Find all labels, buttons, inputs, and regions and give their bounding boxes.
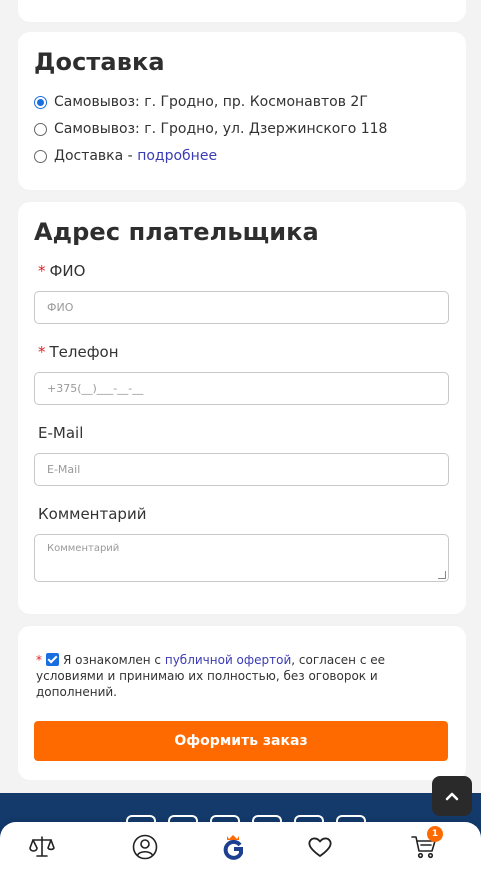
cart-button[interactable]: 1 [411,826,443,860]
comment-textarea[interactable]: Комментарий [34,534,449,582]
compare-button[interactable] [29,834,55,860]
delivery-option-label: Доставка - [54,148,138,164]
previous-section-card [18,0,466,22]
account-button[interactable] [132,834,158,860]
email-input[interactable]: E-Mail [34,453,449,486]
phone-label-text: Телефон [49,343,119,361]
compare-scales-icon [29,836,55,857]
home-logo-icon [223,835,243,860]
delivery-option-courier[interactable]: Доставка - подробнее [34,148,217,164]
radio-button[interactable] [34,122,47,136]
email-label: E-Mail [38,424,84,442]
phone-label: * Телефон [38,343,119,361]
comment-label: Комментарий [38,505,147,523]
public-offer-link[interactable]: публичной офертой [165,653,291,667]
delivery-details-link[interactable]: подробнее [137,148,217,164]
agreement-text: * Я ознакомлен с публичной офертой, согла… [36,652,396,700]
delivery-option-label: Самовывоз: г. Гродно, пр. Космонавтов 2Г [54,94,368,110]
place-order-button[interactable]: Оформить заказ [34,721,448,761]
cart-count-badge: 1 [427,826,443,842]
chevron-up-icon [445,792,459,801]
account-icon [132,834,158,860]
name-input[interactable]: ФИО [34,291,449,324]
scroll-to-top-button[interactable] [432,776,472,816]
agreement-checkbox[interactable] [46,653,59,666]
favorites-button[interactable] [307,834,333,860]
name-label: * ФИО [38,262,85,280]
agreement-section: * Я ознакомлен с публичной офертой, согла… [18,626,466,780]
email-placeholder: E-Mail [47,463,81,476]
home-logo-button[interactable] [220,834,246,860]
name-label-text: ФИО [49,262,86,280]
delivery-title: Доставка [34,48,165,76]
radio-button-checked[interactable] [34,95,47,109]
resize-handle-icon[interactable] [438,571,446,579]
comment-placeholder: Комментарий [47,543,120,554]
phone-placeholder: +375(__)___-__-__ [47,382,144,395]
agreement-text-before: Я ознакомлен с [63,653,165,667]
required-mark: * [38,343,46,361]
delivery-section: Доставка Самовывоз: г. Гродно, пр. Космо… [18,32,466,190]
required-mark: * [36,653,42,667]
required-mark: * [38,262,46,280]
delivery-option-label: Самовывоз: г. Гродно, ул. Дзержинского 1… [54,121,388,137]
payer-title: Адрес плательщика [34,218,319,246]
favorites-heart-icon [308,837,332,857]
delivery-option-pickup-2[interactable]: Самовывоз: г. Гродно, ул. Дзержинского 1… [34,121,387,137]
name-placeholder: ФИО [47,301,74,314]
phone-input[interactable]: +375(__)___-__-__ [34,372,449,405]
payer-address-section: Адрес плательщика * ФИО ФИО * Телефон +375… [18,202,466,614]
radio-button[interactable] [34,149,47,163]
bottom-navigation: 1 [0,822,481,871]
delivery-option-pickup-1[interactable]: Самовывоз: г. Гродно, пр. Космонавтов 2Г [34,94,368,110]
